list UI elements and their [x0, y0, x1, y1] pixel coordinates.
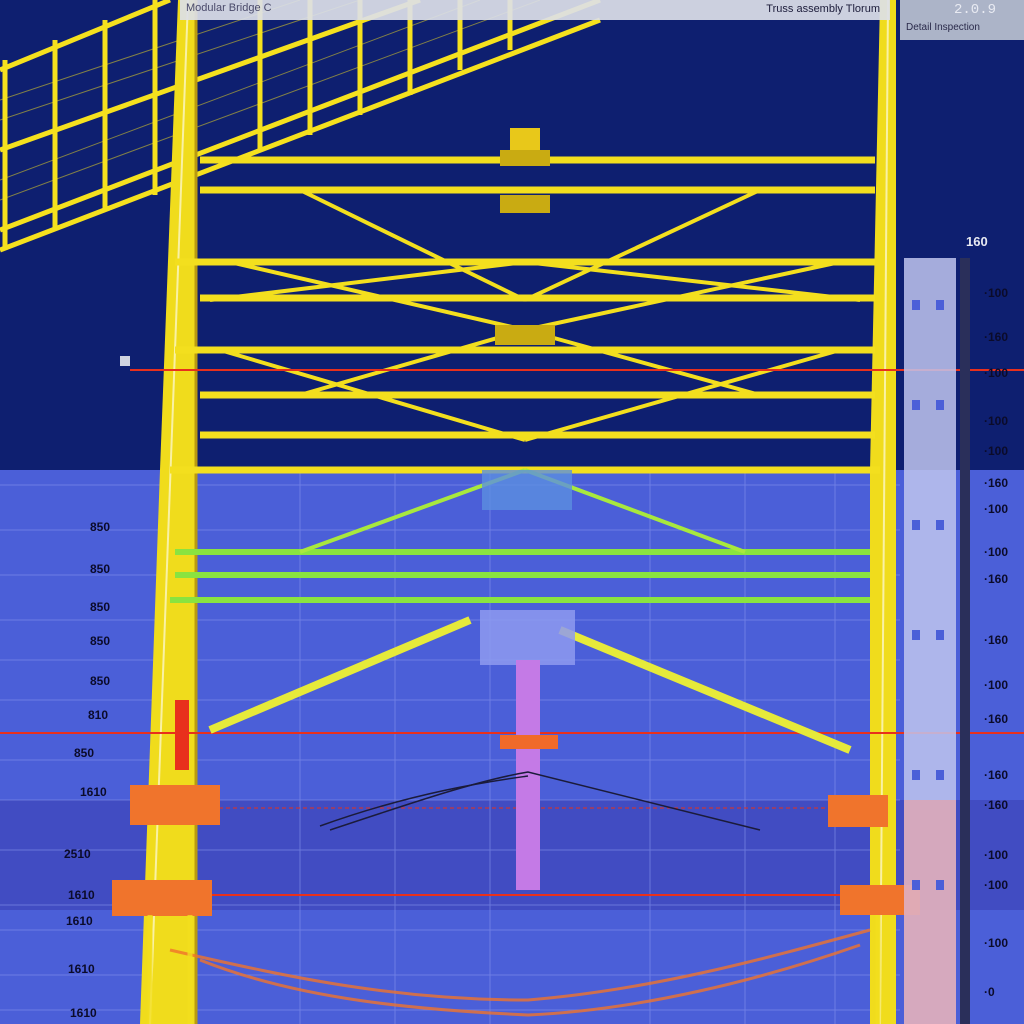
right-scale-tick: ·100 — [984, 414, 1009, 428]
right-scale-tick: ·100 — [984, 848, 1009, 862]
center-joint-lower — [480, 610, 575, 665]
subtitle-label: Detail Inspection — [906, 22, 980, 33]
right-scale-tick: ·100 — [984, 286, 1009, 300]
title-bar: Modular Bridge C Truss assembly Tlorum — [180, 0, 890, 20]
view-title: Truss assembly Tlorum — [766, 3, 880, 15]
left-scale-tick: 1610 — [66, 914, 93, 928]
left-scale-tick: 850 — [90, 634, 111, 648]
left-scale-tick: 850 — [90, 562, 111, 576]
center-joint-upper — [482, 470, 572, 510]
left-scale-tick: 1610 — [70, 1006, 97, 1020]
gauge-panel-warning — [904, 800, 956, 1024]
right-scale-tick: ·100 — [984, 444, 1009, 458]
right-scale-tick: ·160 — [984, 572, 1009, 586]
upper-node — [500, 195, 550, 213]
left-scale-tick: 2510 — [64, 847, 91, 861]
scale-top-value: 160 — [966, 234, 988, 249]
column-collar — [500, 735, 558, 749]
right-scale-tick: ·100 — [984, 545, 1009, 559]
right-scale-tick: ·160 — [984, 633, 1009, 647]
version-box: 2.0.9 Detail Inspection — [900, 0, 1024, 40]
right-scale-tick: ·100 — [984, 502, 1009, 516]
right-scale-tick: ·160 — [984, 330, 1009, 344]
left-scale-tick: 1610 — [68, 962, 95, 976]
truss-viewport[interactable] — [0, 0, 1024, 1024]
mid-node — [495, 325, 555, 345]
left-scale-tick: 850 — [90, 520, 111, 534]
left-scale-tick: 850 — [74, 746, 95, 760]
right-scale-tick: ·100 — [984, 878, 1009, 892]
left-scale-tick: 810 — [88, 708, 109, 722]
left-scale-tick: 1610 — [68, 888, 95, 902]
right-scale-tick: ·100 — [984, 366, 1009, 380]
right-scale-tick: ·160 — [984, 712, 1009, 726]
right-scale-tick: ·100 — [984, 678, 1009, 692]
center-column — [516, 660, 540, 890]
left-scale-tick: 850 — [90, 674, 111, 688]
right-scale-tick: ·160 — [984, 768, 1009, 782]
left-scale-tick: 850 — [90, 600, 111, 614]
selection-handle[interactable] — [120, 356, 130, 366]
app-title: Modular Bridge C — [186, 2, 272, 14]
top-hub-base — [500, 150, 550, 166]
right-scale-tick: ·160 — [984, 476, 1009, 490]
gauge-rail — [960, 258, 970, 1024]
left-scale-tick: 1610 — [80, 785, 107, 799]
truss-drawing — [0, 0, 1024, 1024]
right-scale-tick: ·0 — [984, 985, 995, 999]
right-scale-tick: ·160 — [984, 798, 1009, 812]
version-label: 2.0.9 — [954, 2, 997, 18]
right-scale-tick: ·100 — [984, 936, 1009, 950]
